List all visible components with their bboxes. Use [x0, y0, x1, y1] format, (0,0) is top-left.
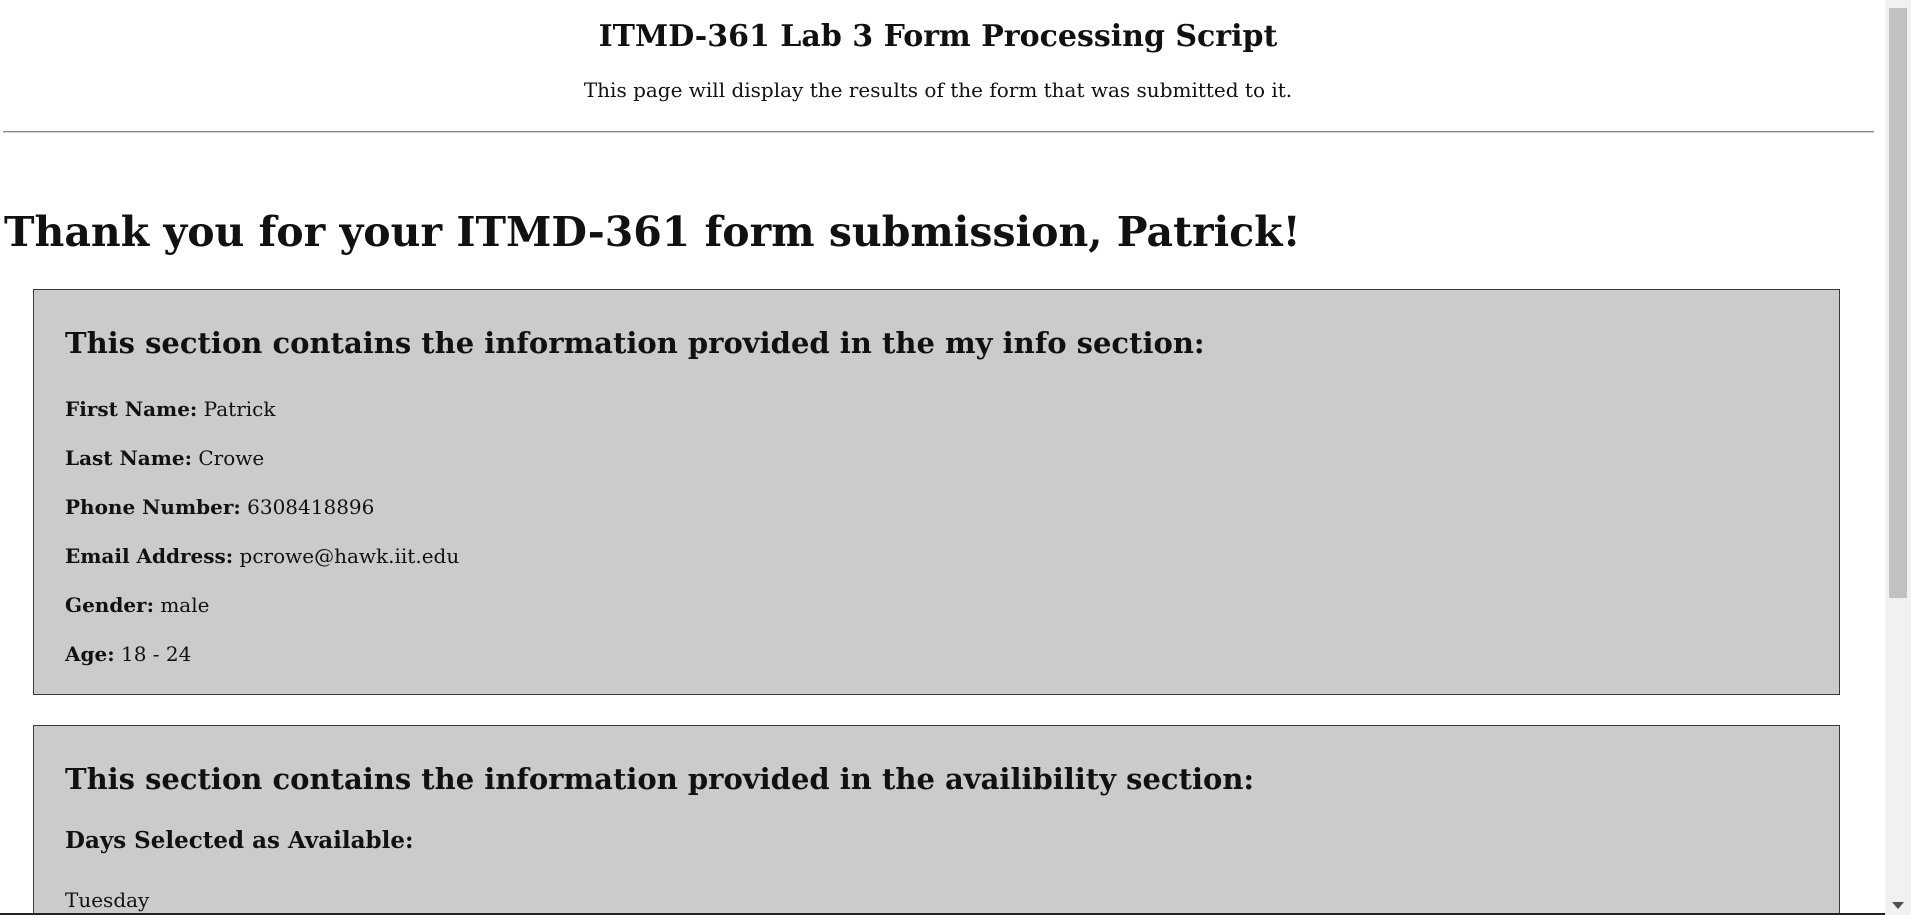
age-value: 18 - 24 [120, 642, 192, 666]
browser-viewport: ITMD-361 Lab 3 Form Processing Script Th… [0, 0, 1911, 915]
first-name-value: Patrick [203, 397, 276, 421]
last-name-label: Last Name: [65, 446, 192, 470]
phone-number-value: 6308418896 [247, 495, 375, 519]
email-address-label: Email Address: [65, 544, 234, 568]
my-info-section-heading: This section contains the information pr… [65, 326, 1205, 360]
vertical-scrollbar[interactable] [1885, 0, 1911, 915]
scroll-down-arrow-icon[interactable] [1892, 902, 1904, 909]
availability-section: This section contains the information pr… [33, 725, 1840, 915]
horizontal-rule [3, 131, 1874, 133]
page-title: ITMD-361 Lab 3 Form Processing Script [598, 19, 1278, 54]
first-name-label: First Name: [65, 397, 198, 421]
phone-number-field: Phone Number: 6308418896 [65, 494, 374, 520]
thank-you-heading: Thank you for your ITMD-361 form submiss… [4, 208, 1301, 256]
last-name-value: Crowe [198, 446, 265, 470]
available-day: Tuesday [65, 888, 150, 912]
page-header: ITMD-361 Lab 3 Form Processing Script Th… [0, 0, 1876, 102]
age-label: Age: [65, 642, 115, 666]
phone-number-label: Phone Number: [65, 495, 241, 519]
my-info-section: This section contains the information pr… [33, 289, 1840, 695]
first-name-field: First Name: Patrick [65, 396, 275, 422]
gender-label: Gender: [65, 593, 154, 617]
gender-field: Gender: male [65, 592, 209, 618]
gender-value: male [160, 593, 210, 617]
age-field: Age: 18 - 24 [65, 641, 191, 667]
page-content: ITMD-361 Lab 3 Form Processing Script Th… [0, 0, 1885, 915]
email-address-field: Email Address: pcrowe@hawk.iit.edu [65, 543, 459, 569]
page-subtitle: This page will display the results of th… [583, 78, 1293, 102]
days-available-heading: Days Selected as Available: [65, 827, 414, 854]
scrollbar-thumb[interactable] [1889, 8, 1907, 598]
availability-section-heading: This section contains the information pr… [65, 762, 1255, 796]
email-address-value: pcrowe@hawk.iit.edu [239, 544, 460, 568]
last-name-field: Last Name: Crowe [65, 445, 264, 471]
